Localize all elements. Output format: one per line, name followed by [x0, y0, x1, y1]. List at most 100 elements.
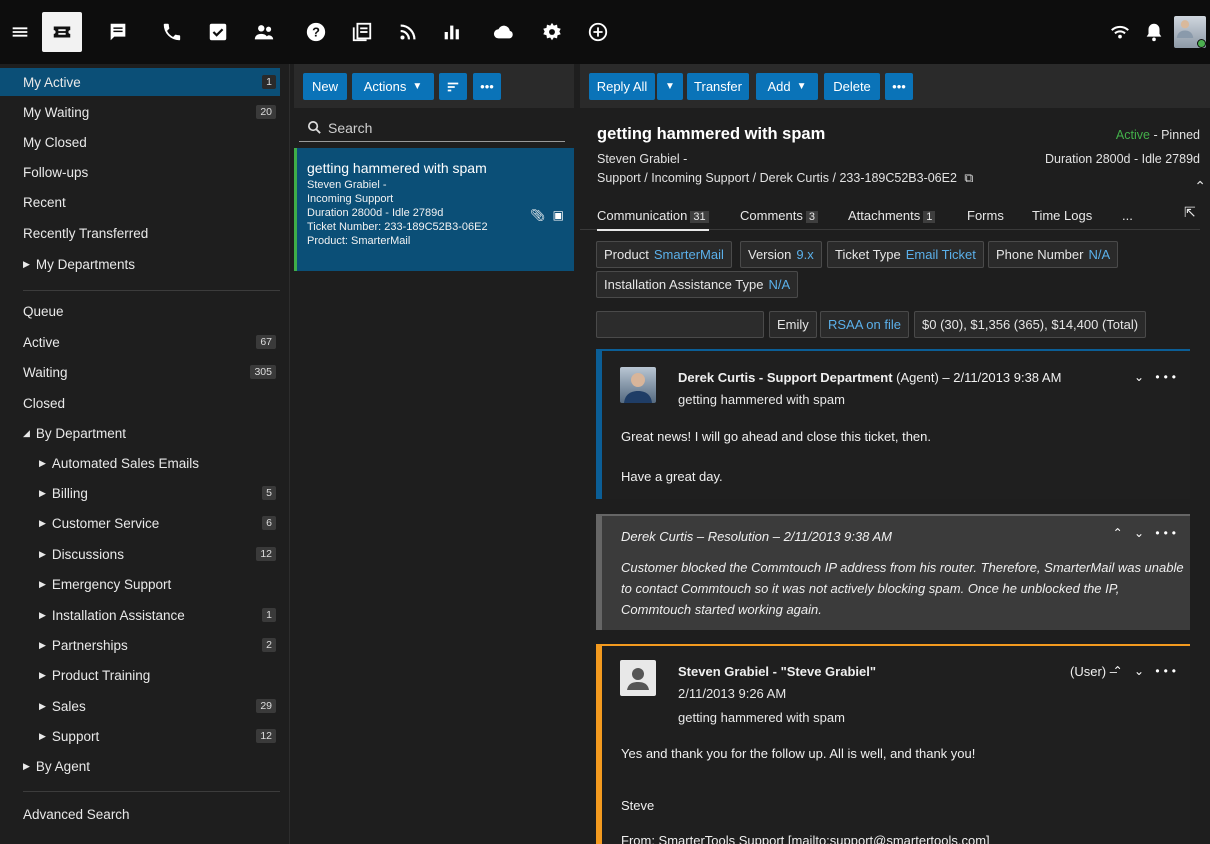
sidebar-item-waiting[interactable]: Waiting 305	[0, 358, 280, 386]
delete-button[interactable]: Delete	[824, 73, 880, 100]
count-badge: 1	[262, 608, 276, 622]
more-button[interactable]: •••	[885, 73, 913, 100]
users-icon[interactable]	[244, 12, 284, 52]
knowledge-base-icon[interactable]	[342, 12, 382, 52]
copy-icon[interactable]: ⧉	[964, 171, 973, 185]
sidebar-item-customer-service[interactable]: ▶ Customer Service 6	[0, 509, 280, 537]
bell-icon[interactable]	[1134, 12, 1174, 52]
ticket-status: Active - Pinned	[1116, 128, 1200, 142]
tab-forms[interactable]: Forms	[967, 208, 1004, 223]
tab-attachments[interactable]: Attachments 1	[848, 208, 936, 223]
help-icon[interactable]: ?	[296, 12, 336, 52]
field-value: SmarterMail	[653, 247, 724, 262]
sidebar-item-installation-assistance[interactable]: ▶ Installation Assistance 1	[0, 601, 280, 629]
cloud-icon[interactable]	[484, 12, 524, 52]
user-avatar[interactable]	[1174, 16, 1206, 48]
sidebar-item-recently-transferred[interactable]: Recently Transferred	[0, 219, 280, 247]
rss-icon[interactable]	[388, 12, 428, 52]
search-placeholder: Search	[328, 119, 373, 136]
resolution-text: Commtouch started working again.	[621, 602, 822, 617]
reply-dropdown-button[interactable]: ▼	[657, 73, 683, 100]
ticket-list-panel: New Actions ▼ ••• Search getting hammere…	[294, 64, 574, 844]
menu-icon[interactable]	[0, 12, 40, 52]
caret-right-icon: ▶	[23, 760, 30, 771]
resolution-card: Derek Curtis – Resolution – 2/11/2013 9:…	[596, 514, 1190, 630]
sidebar-item-queue[interactable]: Queue	[0, 297, 280, 325]
message-author: Steven Grabiel - "Steve Grabiel"	[678, 664, 877, 679]
tab-label: Time Logs	[1032, 208, 1093, 223]
sidebar-item-sales[interactable]: ▶ Sales 29	[0, 692, 280, 720]
tab-more[interactable]: ...	[1122, 208, 1133, 223]
new-button[interactable]: New	[303, 73, 347, 100]
sidebar-item-my-waiting[interactable]: My Waiting 20	[0, 98, 280, 126]
user-avatar	[620, 660, 656, 696]
reply-all-button[interactable]: Reply All	[589, 73, 655, 100]
more-button[interactable]: •••	[473, 73, 501, 100]
sort-button[interactable]	[439, 73, 467, 100]
message-controls[interactable]: ⌄ •••	[1134, 370, 1180, 384]
ticket-detail-panel: Reply All ▼ Transfer Add ▼ Delete ••• ge…	[580, 64, 1210, 844]
sidebar-item-my-closed[interactable]: My Closed	[0, 128, 280, 156]
chat-icon[interactable]	[98, 12, 138, 52]
rsaa-chip[interactable]: RSAA on file	[820, 311, 909, 338]
sidebar-item-my-active[interactable]: My Active 1	[0, 68, 280, 96]
sidebar-item-my-departments[interactable]: ▶ My Departments	[0, 250, 280, 278]
field-label: Ticket Type	[835, 247, 901, 262]
sidebar-item-by-agent[interactable]: ▶ By Agent	[0, 752, 280, 780]
tab-comments[interactable]: Comments 3	[740, 208, 818, 223]
sidebar-item-automated-sales-emails[interactable]: ▶ Automated Sales Emails	[0, 449, 280, 477]
sidebar-item-label: Recently Transferred	[23, 225, 149, 241]
sidebar-item-emergency-support[interactable]: ▶ Emergency Support	[0, 570, 280, 598]
actions-dropdown[interactable]: Actions ▼	[352, 73, 434, 100]
tab-count: 1	[923, 211, 936, 223]
caret-right-icon: ▶	[39, 700, 46, 711]
field-label: Product	[604, 247, 649, 262]
message-controls[interactable]: ⌃ ⌄ •••	[1113, 526, 1180, 540]
sidebar-item-label: Emergency Support	[51, 576, 172, 592]
sidebar-item-discussions[interactable]: ▶ Discussions 12	[0, 540, 280, 568]
search-input[interactable]: Search	[299, 114, 565, 142]
count-badge: 12	[256, 729, 276, 743]
transfer-button[interactable]: Transfer	[687, 73, 749, 100]
sidebar-item-active[interactable]: Active 67	[0, 328, 280, 356]
message-header: Steven Grabiel - "Steve Grabiel"	[678, 664, 876, 679]
field-installation-assistance-type: Installation Assistance Type N/A	[596, 271, 799, 298]
collapse-header-icon[interactable]: ⌃	[1194, 178, 1206, 195]
reply-all-label: Reply All	[596, 79, 648, 94]
ticket-card[interactable]: getting hammered with spam Steven Grabie…	[294, 148, 574, 271]
status-pinned: - Pinned	[1149, 128, 1200, 142]
tab-label: Communication	[597, 208, 688, 223]
caret-right-icon: ▶	[39, 578, 46, 589]
caret-down-icon: ◢	[23, 427, 30, 438]
sidebar-item-partnerships[interactable]: ▶ Partnerships 2	[0, 631, 280, 659]
sidebar-item-label: Sales	[51, 698, 86, 714]
sidebar-item-label: Active	[23, 334, 60, 350]
sidebar-item-by-department[interactable]: ◢ By Department	[0, 419, 280, 447]
field-value: Email Ticket	[905, 247, 976, 262]
field-label: Version	[748, 247, 792, 262]
sidebar-item-billing[interactable]: ▶ Billing 5	[0, 479, 280, 507]
reports-icon[interactable]	[432, 12, 472, 52]
settings-icon[interactable]	[532, 12, 572, 52]
message-controls[interactable]: ⌃ ⌄ •••	[1113, 664, 1180, 678]
caret-down-icon: ▼	[796, 81, 807, 92]
add-dropdown[interactable]: Add ▼	[756, 73, 818, 100]
sidebar-item-advanced-search[interactable]: Advanced Search	[0, 800, 280, 828]
tasks-icon[interactable]	[198, 12, 238, 52]
sidebar-item-recent[interactable]: Recent	[0, 188, 280, 216]
resolution-text: to contact Commtouch so it was not activ…	[621, 581, 1120, 596]
field-value: N/A	[1088, 247, 1111, 262]
sidebar-item-label: My Departments	[35, 256, 135, 272]
sidebar-item-support[interactable]: ▶ Support 12	[0, 722, 280, 750]
sidebar-item-follow-ups[interactable]: Follow-ups	[0, 158, 280, 186]
tickets-icon[interactable]	[42, 12, 82, 52]
sidebar-item-closed[interactable]: Closed	[0, 389, 280, 417]
tab-communication[interactable]: Communication 31	[597, 208, 709, 231]
message-body: Great news! I will go ahead and close th…	[621, 429, 932, 444]
pop-out-icon[interactable]: ⇱	[1184, 204, 1196, 221]
add-icon[interactable]	[578, 12, 618, 52]
phone-icon[interactable]	[152, 12, 192, 52]
tab-time-logs[interactable]: Time Logs	[1032, 208, 1092, 223]
sidebar-item-product-training[interactable]: ▶ Product Training	[0, 661, 280, 689]
actions-dropdown-label: Actions	[363, 79, 407, 94]
